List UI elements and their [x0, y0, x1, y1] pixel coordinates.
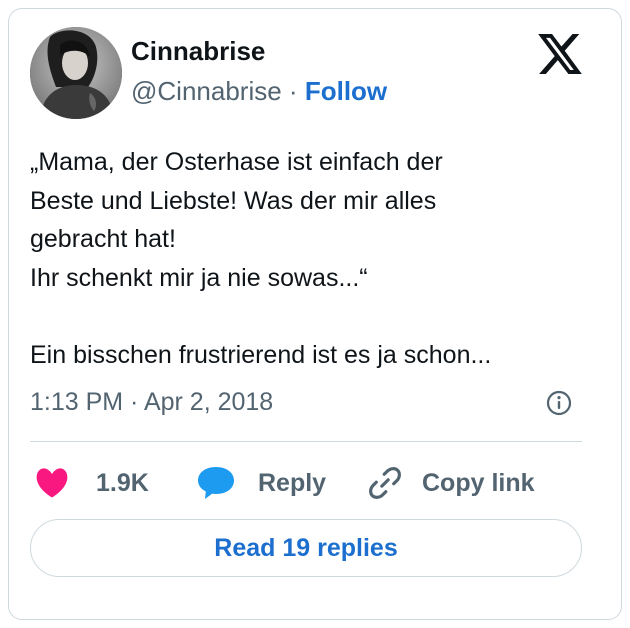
read-replies-button[interactable]: Read 19 replies	[30, 519, 582, 577]
separator-dot: ·	[288, 76, 298, 106]
divider	[30, 441, 582, 442]
author-name[interactable]: Cinnabrise	[131, 36, 265, 66]
heart-icon	[36, 468, 68, 498]
info-icon[interactable]	[546, 390, 572, 416]
avatar[interactable]	[30, 27, 122, 119]
x-logo-icon[interactable]	[538, 34, 582, 74]
copy-link-button[interactable]: Copy link	[366, 465, 535, 501]
link-icon	[369, 467, 401, 499]
tweet-timestamp[interactable]: 1:13 PM · Apr 2, 2018	[30, 387, 273, 417]
copy-link-label: Copy link	[422, 468, 535, 497]
like-count: 1.9K	[96, 468, 149, 497]
reply-bubble-icon	[198, 467, 234, 499]
follow-button[interactable]: Follow	[305, 76, 387, 106]
tweet-text: „Mama, der Osterhase ist einfach der Bes…	[30, 148, 492, 369]
like-button[interactable]: 1.9K	[34, 465, 149, 501]
reply-label: Reply	[258, 468, 327, 497]
author-handle[interactable]: @Cinnabrise	[131, 76, 282, 106]
reply-button[interactable]: Reply	[196, 465, 326, 501]
handle-row: @Cinnabrise · Follow	[131, 76, 387, 106]
